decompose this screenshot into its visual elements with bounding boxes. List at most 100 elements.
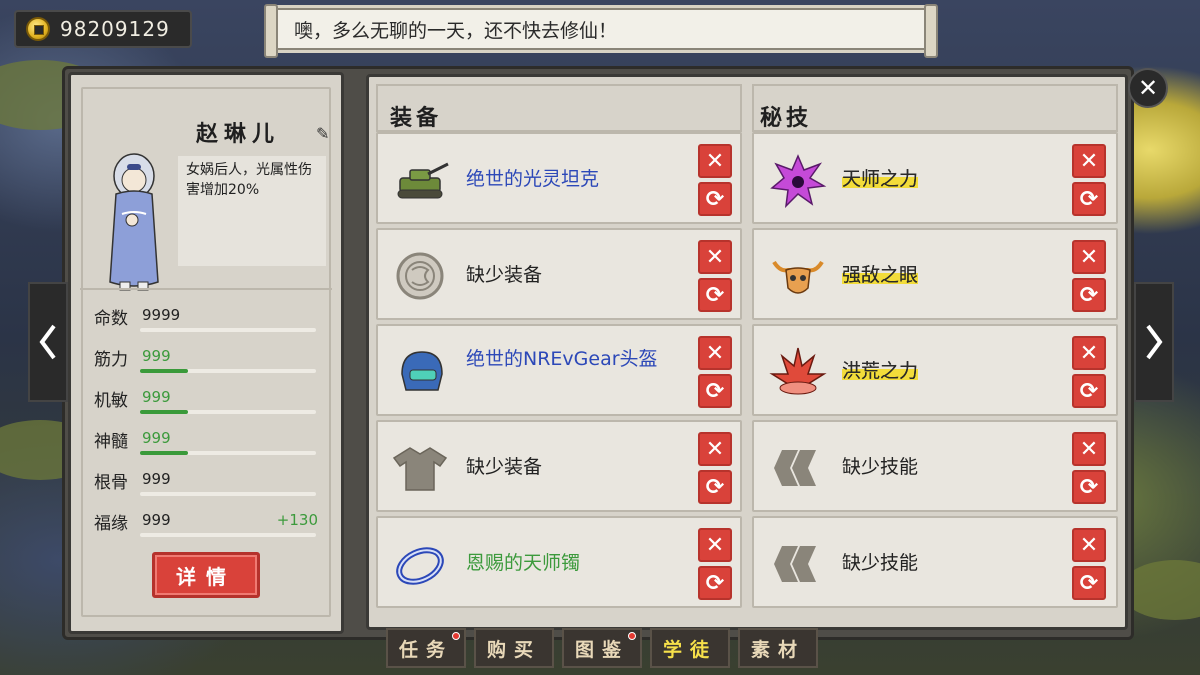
stat-value: 9999 bbox=[142, 306, 181, 324]
skill-name: 缺少技能 bbox=[842, 552, 919, 574]
equipment-name: 缺少装备 bbox=[466, 264, 543, 286]
swap-button[interactable]: ⟳ bbox=[698, 470, 732, 504]
prev-character-button[interactable] bbox=[28, 282, 68, 402]
skill-name: 天师之力 bbox=[842, 168, 919, 190]
stat-bar bbox=[140, 451, 316, 455]
skill-slot[interactable]: 缺少技能 ✕ ⟳ bbox=[752, 516, 1118, 608]
skill-slot[interactable]: 天师之力 ✕ ⟳ bbox=[752, 132, 1118, 224]
stat-bar bbox=[140, 369, 316, 373]
equipment-slot[interactable]: 缺少装备 ✕ ⟳ bbox=[376, 228, 742, 320]
close-icon: ✕ bbox=[1137, 74, 1159, 102]
message-scroll: 噢，多么无聊的一天，还不快去修仙！ bbox=[264, 4, 938, 58]
stat-bar bbox=[140, 492, 316, 496]
tab-disciples[interactable]: 学徒 bbox=[650, 628, 730, 668]
remove-button[interactable]: ✕ bbox=[698, 528, 732, 562]
equipment-name: 绝世的光灵坦克 bbox=[466, 168, 600, 190]
equipment-name: 缺少装备 bbox=[466, 456, 543, 478]
equipment-slot[interactable]: 绝世的NREvGear头盔 ✕ ⟳ bbox=[376, 324, 742, 416]
skill-name: 缺少技能 bbox=[842, 456, 919, 478]
swap-icon: ⟳ bbox=[1079, 570, 1099, 596]
tank-icon bbox=[397, 162, 449, 199]
chevron-right-icon bbox=[1146, 324, 1163, 360]
close-icon: ✕ bbox=[705, 148, 725, 174]
robe-icon bbox=[392, 447, 448, 491]
next-character-button[interactable] bbox=[1134, 282, 1174, 402]
skill-slot[interactable]: 强敌之眼 ✕ ⟳ bbox=[752, 228, 1118, 320]
equipment-slot[interactable]: 恩赐的天师镯 ✕ ⟳ bbox=[376, 516, 742, 608]
swap-button[interactable]: ⟳ bbox=[698, 566, 732, 600]
close-icon: ✕ bbox=[705, 436, 725, 462]
close-button[interactable]: ✕ bbox=[1128, 68, 1168, 108]
swap-icon: ⟳ bbox=[1079, 378, 1099, 404]
stat-bar bbox=[140, 328, 316, 332]
stat-label: 神髓 bbox=[94, 432, 128, 452]
swap-button[interactable]: ⟳ bbox=[698, 374, 732, 408]
remove-button[interactable]: ✕ bbox=[698, 336, 732, 370]
stat-label: 机敏 bbox=[94, 391, 128, 411]
notification-dot bbox=[628, 632, 636, 640]
skills-title: 秘技 bbox=[760, 105, 813, 131]
empty-skill-icon bbox=[774, 546, 816, 582]
currency-display: 98209129 bbox=[14, 10, 192, 48]
equipment-slot[interactable]: 绝世的光灵坦克 ✕ ⟳ bbox=[376, 132, 742, 224]
notification-dot bbox=[452, 632, 460, 640]
remove-button[interactable]: ✕ bbox=[1072, 432, 1106, 466]
remove-button[interactable]: ✕ bbox=[698, 432, 732, 466]
swap-button[interactable]: ⟳ bbox=[1072, 470, 1106, 504]
swap-icon: ⟳ bbox=[1079, 186, 1099, 212]
stat-bar bbox=[140, 410, 316, 414]
stat-row: 神髓 999 bbox=[94, 427, 318, 457]
remove-button[interactable]: ✕ bbox=[1072, 336, 1106, 370]
close-icon: ✕ bbox=[705, 532, 725, 558]
swap-icon: ⟳ bbox=[705, 570, 725, 596]
stat-row: 根骨 999 bbox=[94, 468, 318, 498]
bull-skull-icon bbox=[772, 260, 824, 294]
swap-icon: ⟳ bbox=[705, 378, 725, 404]
character-description: 女娲后人，光属性伤害增加20% bbox=[178, 156, 326, 266]
stat-label: 命数 bbox=[94, 309, 128, 329]
skill-slot[interactable]: 洪荒之力 ✕ ⟳ bbox=[752, 324, 1118, 416]
stat-row: 命数 9999 bbox=[94, 304, 318, 334]
stat-row: 机敏 999 bbox=[94, 386, 318, 416]
close-icon: ✕ bbox=[1079, 436, 1099, 462]
swap-icon: ⟳ bbox=[705, 474, 725, 500]
swap-button[interactable]: ⟳ bbox=[1072, 374, 1106, 408]
stat-row: 筋力 999 bbox=[94, 345, 318, 375]
tab-materials[interactable]: 素材 bbox=[738, 628, 818, 668]
empty-medallion-icon bbox=[396, 252, 444, 300]
swap-button[interactable]: ⟳ bbox=[698, 278, 732, 312]
currency-value: 98209129 bbox=[60, 17, 170, 41]
bottom-tabs: 任务 购买 图鉴 学徒 素材 bbox=[386, 628, 818, 668]
remove-button[interactable]: ✕ bbox=[1072, 528, 1106, 562]
brush-icon[interactable]: ✎ bbox=[316, 124, 329, 143]
remove-button[interactable]: ✕ bbox=[698, 240, 732, 274]
close-icon: ✕ bbox=[705, 340, 725, 366]
stat-value: 999 bbox=[142, 388, 171, 406]
skill-name: 强敌之眼 bbox=[842, 264, 919, 286]
tab-codex[interactable]: 图鉴 bbox=[562, 628, 642, 668]
swap-button[interactable]: ⟳ bbox=[698, 182, 732, 216]
stat-row: 福缘 999 +130 bbox=[94, 509, 318, 539]
stat-bar bbox=[140, 533, 316, 537]
equipment-slot[interactable]: 缺少装备 ✕ ⟳ bbox=[376, 420, 742, 512]
stat-bonus: +130 bbox=[276, 511, 318, 529]
character-name: 赵琳儿 bbox=[196, 121, 281, 147]
remove-button[interactable]: ✕ bbox=[698, 144, 732, 178]
remove-button[interactable]: ✕ bbox=[1072, 144, 1106, 178]
swap-icon: ⟳ bbox=[1079, 282, 1099, 308]
purple-burst-icon bbox=[770, 154, 827, 208]
helmet-icon bbox=[401, 351, 443, 391]
swap-button[interactable]: ⟳ bbox=[1072, 566, 1106, 600]
bracelet-icon bbox=[396, 547, 444, 585]
remove-button[interactable]: ✕ bbox=[1072, 240, 1106, 274]
tab-shop[interactable]: 购买 bbox=[474, 628, 554, 668]
swap-button[interactable]: ⟳ bbox=[1072, 278, 1106, 312]
swap-button[interactable]: ⟳ bbox=[1072, 182, 1106, 216]
tab-quests[interactable]: 任务 bbox=[386, 628, 466, 668]
red-flame-icon bbox=[769, 347, 827, 395]
coin-icon bbox=[26, 17, 50, 41]
skill-slot[interactable]: 缺少技能 ✕ ⟳ bbox=[752, 420, 1118, 512]
swap-icon: ⟳ bbox=[705, 186, 725, 212]
details-button[interactable]: 详情 bbox=[152, 552, 260, 598]
stat-label: 根骨 bbox=[94, 473, 128, 493]
